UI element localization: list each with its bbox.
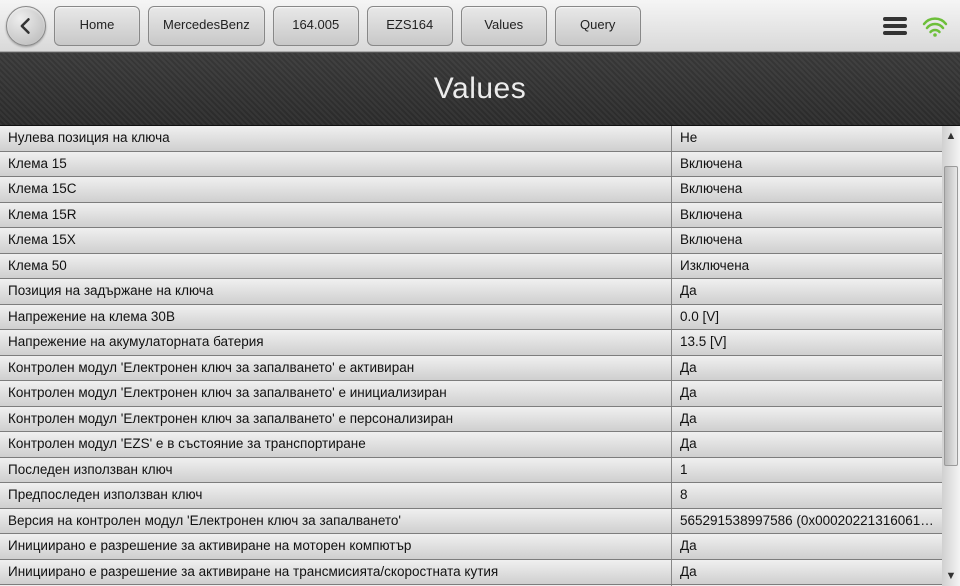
row-value: Да xyxy=(672,560,942,585)
scroll-up-icon[interactable]: ▲ xyxy=(942,126,960,146)
row-label: Напрежение на акумулаторната батерия xyxy=(0,330,672,355)
row-value: Не xyxy=(672,126,942,151)
values-table[interactable]: Нулева позиция на ключаНеКлема 15Включен… xyxy=(0,126,942,586)
row-value: Да xyxy=(672,534,942,559)
top-toolbar: HomeMercedesBenz164.005EZS164ValuesQuery xyxy=(0,0,960,52)
table-row[interactable]: Клема 15Включена xyxy=(0,152,942,178)
row-value: 8 xyxy=(672,483,942,508)
row-label: Позиция на задържане на ключа xyxy=(0,279,672,304)
row-label: Нулева позиция на ключа xyxy=(0,126,672,151)
row-value: 13.5 [V] xyxy=(672,330,942,355)
page-title: Values xyxy=(434,72,527,106)
row-value: Изключена xyxy=(672,254,942,279)
wifi-icon[interactable] xyxy=(922,15,948,37)
table-row[interactable]: Клема 50Изключена xyxy=(0,254,942,280)
row-value: 1 xyxy=(672,458,942,483)
row-label: Контролен модул 'EZS' е в състояние за т… xyxy=(0,432,672,457)
table-row[interactable]: Версия на контролен модул 'Електронен кл… xyxy=(0,509,942,535)
breadcrumb-item-1[interactable]: MercedesBenz xyxy=(148,6,265,46)
table-row[interactable]: Контролен модул 'Електронен ключ за запа… xyxy=(0,407,942,433)
row-value: Включена xyxy=(672,152,942,177)
breadcrumb-item-4[interactable]: Values xyxy=(461,6,547,46)
table-row[interactable]: Контролен модул 'Електронен ключ за запа… xyxy=(0,356,942,382)
table-row[interactable]: Предпоследен използван ключ8 xyxy=(0,483,942,509)
row-label: Версия на контролен модул 'Електронен кл… xyxy=(0,509,672,534)
back-button[interactable] xyxy=(6,6,46,46)
table-row[interactable]: Нулева позиция на ключаНе xyxy=(0,126,942,152)
row-label: Контролен модул 'Електронен ключ за запа… xyxy=(0,356,672,381)
table-row[interactable]: Контролен модул 'Електронен ключ за запа… xyxy=(0,381,942,407)
table-row[interactable]: Клема 15XВключена xyxy=(0,228,942,254)
table-row[interactable]: Напрежение на клема 30B0.0 [V] xyxy=(0,305,942,331)
scroll-down-icon[interactable]: ▼ xyxy=(942,566,960,586)
page-title-band: Values xyxy=(0,52,960,126)
table-row[interactable]: Клема 15RВключена xyxy=(0,203,942,229)
row-label: Клема 15C xyxy=(0,177,672,202)
table-row[interactable]: Инициирано е разрешение за активиране на… xyxy=(0,534,942,560)
table-row[interactable]: Последен използван ключ1 xyxy=(0,458,942,484)
table-row[interactable]: Инициирано е разрешение за активиране на… xyxy=(0,560,942,586)
row-value: Включена xyxy=(672,177,942,202)
scrollbar[interactable]: ▲ ▼ xyxy=(942,126,960,586)
row-label: Клема 15R xyxy=(0,203,672,228)
breadcrumb-item-2[interactable]: 164.005 xyxy=(273,6,359,46)
row-label: Клема 15X xyxy=(0,228,672,253)
breadcrumb: HomeMercedesBenz164.005EZS164ValuesQuery xyxy=(54,6,641,46)
row-value: Да xyxy=(672,381,942,406)
table-row[interactable]: Клема 15CВключена xyxy=(0,177,942,203)
row-value: Да xyxy=(672,432,942,457)
row-label: Инициирано е разрешение за активиране на… xyxy=(0,560,672,585)
breadcrumb-item-0[interactable]: Home xyxy=(54,6,140,46)
arrow-left-icon xyxy=(16,16,36,36)
row-value: 565291538997586 (0x0002022131606152) xyxy=(672,509,942,534)
breadcrumb-item-5[interactable]: Query xyxy=(555,6,641,46)
row-label: Контролен модул 'Електронен ключ за запа… xyxy=(0,381,672,406)
scroll-thumb[interactable] xyxy=(944,166,958,466)
row-value: Включена xyxy=(672,228,942,253)
row-value: 0.0 [V] xyxy=(672,305,942,330)
table-row[interactable]: Напрежение на акумулаторната батерия13.5… xyxy=(0,330,942,356)
row-label: Контролен модул 'Електронен ключ за запа… xyxy=(0,407,672,432)
row-label: Последен използван ключ xyxy=(0,458,672,483)
content-area: Нулева позиция на ключаНеКлема 15Включен… xyxy=(0,126,960,586)
row-label: Предпоследен използван ключ xyxy=(0,483,672,508)
row-value: Включена xyxy=(672,203,942,228)
menu-icon[interactable] xyxy=(882,15,908,37)
row-label: Клема 50 xyxy=(0,254,672,279)
row-label: Инициирано е разрешение за активиране на… xyxy=(0,534,672,559)
row-value: Да xyxy=(672,407,942,432)
row-label: Напрежение на клема 30B xyxy=(0,305,672,330)
row-value: Да xyxy=(672,279,942,304)
row-value: Да xyxy=(672,356,942,381)
row-label: Клема 15 xyxy=(0,152,672,177)
table-row[interactable]: Контролен модул 'EZS' е в състояние за т… xyxy=(0,432,942,458)
breadcrumb-item-3[interactable]: EZS164 xyxy=(367,6,453,46)
table-row[interactable]: Позиция на задържане на ключаДа xyxy=(0,279,942,305)
